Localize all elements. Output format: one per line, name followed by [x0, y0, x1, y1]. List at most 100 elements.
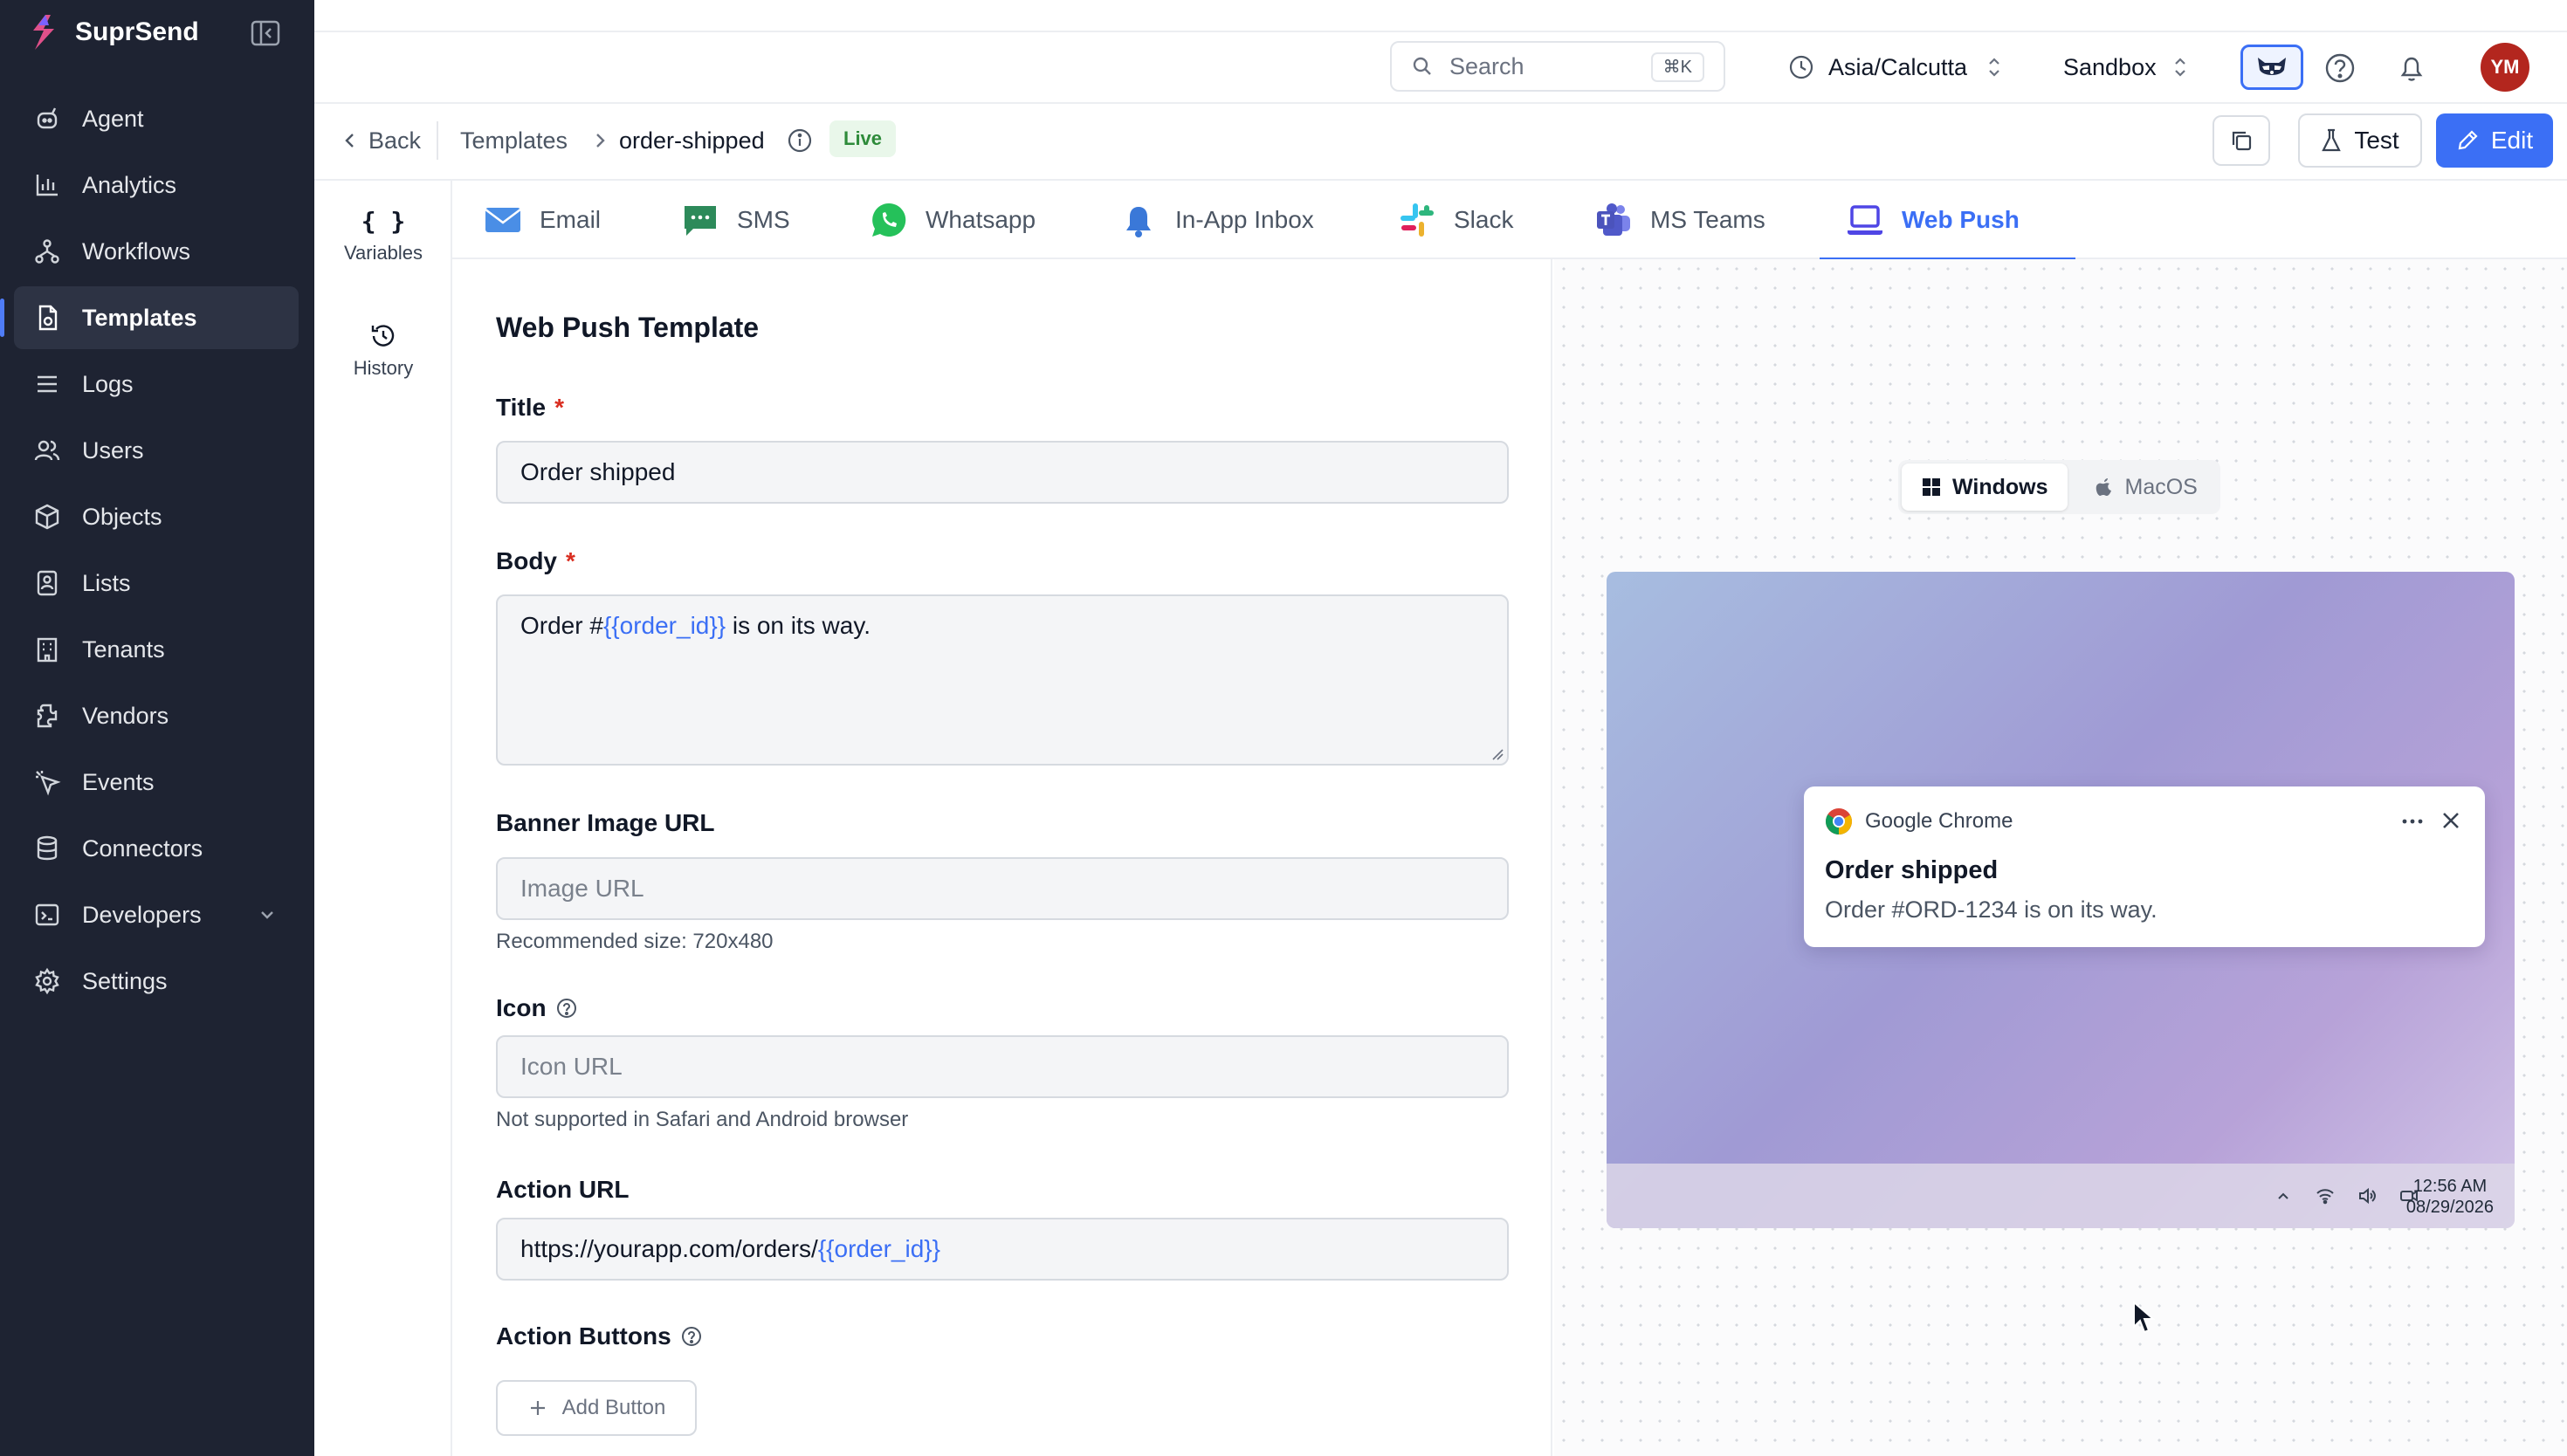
- icon-url-input[interactable]: Icon URL: [496, 1035, 1509, 1098]
- ai-agent-button[interactable]: [2240, 45, 2303, 90]
- sidebar-item-developers[interactable]: Developers: [14, 883, 299, 946]
- sidebar-item-settings[interactable]: Settings: [14, 950, 299, 1013]
- tab-label: In-App Inbox: [1175, 206, 1314, 233]
- notification-title: Order shipped: [1825, 856, 1999, 884]
- sidebar-item-label: Connectors: [82, 834, 203, 862]
- sidebar-item-label: Vendors: [82, 702, 169, 729]
- tab-sms[interactable]: SMS: [681, 181, 790, 259]
- chevron-left-icon: [345, 134, 354, 148]
- copy-icon: [2232, 131, 2252, 151]
- bell-icon[interactable]: [2394, 51, 2429, 86]
- action-url-input[interactable]: https://yourapp.com/orders/{{order_id}}: [496, 1218, 1509, 1281]
- os-option-label: MacOS: [2124, 474, 2198, 499]
- back-button[interactable]: Back: [341, 121, 421, 160]
- resize-handle-icon[interactable]: [1490, 746, 1504, 760]
- sidebar-item-tenants[interactable]: Tenants: [14, 618, 299, 681]
- os-option-macos[interactable]: MacOS: [2075, 464, 2217, 511]
- os-option-label: Windows: [1952, 474, 2048, 499]
- tab-email[interactable]: Email: [484, 181, 601, 259]
- pencil-icon: [2458, 130, 2478, 150]
- history-label: History: [353, 357, 414, 379]
- tab-whatsapp[interactable]: Whatsapp: [870, 181, 1036, 259]
- sidebar-item-logs[interactable]: Logs: [14, 353, 299, 416]
- slack-icon: [1400, 203, 1434, 237]
- variables-button[interactable]: { } Variables: [314, 207, 452, 264]
- status-badge: Live: [829, 120, 897, 157]
- tab-ms-teams[interactable]: MS Teams: [1594, 181, 1765, 259]
- vendors-icon: [37, 704, 58, 728]
- sidebar-item-vendors[interactable]: Vendors: [14, 684, 299, 747]
- sidebar-item-label: Events: [82, 768, 155, 795]
- sidebar-item-workflows[interactable]: Workflows: [14, 220, 299, 283]
- sidebar-item-connectors[interactable]: Connectors: [14, 817, 299, 880]
- test-button[interactable]: Test: [2298, 113, 2422, 168]
- mouse-cursor-icon: [2133, 1301, 2155, 1334]
- body-label: Body *: [496, 547, 575, 574]
- help-circle-icon[interactable]: [680, 1325, 703, 1348]
- tab-in-app-inbox[interactable]: In-App Inbox: [1119, 181, 1314, 259]
- title-input[interactable]: Order shipped: [496, 441, 1509, 504]
- braces-icon: { }: [361, 207, 406, 236]
- os-option-windows[interactable]: Windows: [1902, 464, 2068, 511]
- banner-hint: Recommended size: 720x480: [496, 930, 774, 953]
- close-icon[interactable]: [2440, 809, 2462, 832]
- breadcrumb-templates[interactable]: Templates: [460, 121, 568, 160]
- banner-image-input[interactable]: Image URL: [496, 857, 1509, 920]
- icon-label: Icon: [496, 994, 578, 1022]
- developers-icon: [35, 903, 59, 926]
- tab-label: Slack: [1454, 206, 1514, 233]
- desktop-preview: Google Chrome Order shipped Order #ORD-1…: [1607, 572, 2515, 1228]
- info-icon[interactable]: [786, 127, 814, 155]
- wifi-icon[interactable]: [2316, 1186, 2335, 1205]
- body-textarea[interactable]: Order #{{order_id}} is on its way.: [496, 594, 1509, 766]
- sidebar-nav: Agent Analytics Workflows Templates Logs…: [0, 87, 299, 1016]
- sidebar-item-lists[interactable]: Lists: [14, 552, 299, 615]
- web-push-form: Web Push Template Title * Order shipped B…: [452, 259, 1552, 1456]
- sidebar-item-templates[interactable]: Templates: [0, 286, 299, 349]
- top-strip: [314, 0, 2567, 32]
- page-header: Back Templates order-shipped Live Test E…: [314, 104, 2567, 181]
- search-input[interactable]: Search ⌘K: [1390, 41, 1725, 92]
- events-icon: [36, 771, 61, 796]
- sidebar-item-label: Tenants: [82, 635, 165, 663]
- edit-label: Edit: [2490, 127, 2534, 154]
- avatar[interactable]: YM: [2481, 43, 2529, 92]
- environment-value: Sandbox: [2063, 53, 2157, 80]
- push-notification-card[interactable]: Google Chrome Order shipped Order #ORD-1…: [1804, 786, 2485, 947]
- timezone-selector[interactable]: Asia/Calcutta: [1788, 45, 2007, 90]
- timezone-value: Asia/Calcutta: [1828, 53, 1968, 80]
- brand[interactable]: SuprSend: [26, 10, 199, 54]
- chevron-up-icon[interactable]: [2274, 1186, 2293, 1205]
- sidebar-item-label: Workflows: [82, 237, 191, 264]
- preview-panel: Windows MacOS Google Chrome Order shippe…: [1554, 259, 2567, 1456]
- workflows-icon: [35, 239, 59, 264]
- tab-web-push[interactable]: Web Push: [1820, 181, 2075, 261]
- help-circle-icon[interactable]: [555, 997, 578, 1020]
- more-options-icon[interactable]: [2399, 811, 2426, 832]
- action-buttons-label: Action Buttons: [496, 1322, 703, 1350]
- windows-icon: [1923, 478, 1940, 496]
- add-button[interactable]: Add Button: [496, 1380, 697, 1436]
- help-icon[interactable]: [2323, 51, 2357, 86]
- tab-slack[interactable]: Slack: [1398, 181, 1513, 259]
- volume-icon[interactable]: [2357, 1186, 2377, 1205]
- sidebar-item-analytics[interactable]: Analytics: [14, 154, 299, 216]
- sidebar-item-events[interactable]: Events: [14, 751, 299, 814]
- edit-button[interactable]: Edit: [2436, 113, 2553, 168]
- tab-label: SMS: [737, 206, 790, 233]
- history-button[interactable]: History: [314, 322, 452, 380]
- ms-teams-icon: [1597, 203, 1630, 236]
- chevron-down-icon[interactable]: [257, 904, 278, 925]
- brand-name: SuprSend: [75, 17, 199, 46]
- tab-label: Web Push: [1902, 206, 2020, 233]
- environment-selector[interactable]: Sandbox: [2063, 45, 2188, 90]
- banner-image-label: Banner Image URL: [496, 809, 715, 836]
- sidebar-item-label: Agent: [82, 105, 144, 132]
- sidebar-item-agent[interactable]: Agent: [14, 87, 299, 150]
- sidebar-item-objects[interactable]: Objects: [14, 485, 299, 548]
- collapse-sidebar-icon[interactable]: [250, 19, 281, 47]
- tab-label: Email: [540, 206, 602, 233]
- search-icon: [1413, 57, 1431, 75]
- sidebar-item-users[interactable]: Users: [14, 419, 299, 482]
- duplicate-button[interactable]: [2213, 115, 2270, 166]
